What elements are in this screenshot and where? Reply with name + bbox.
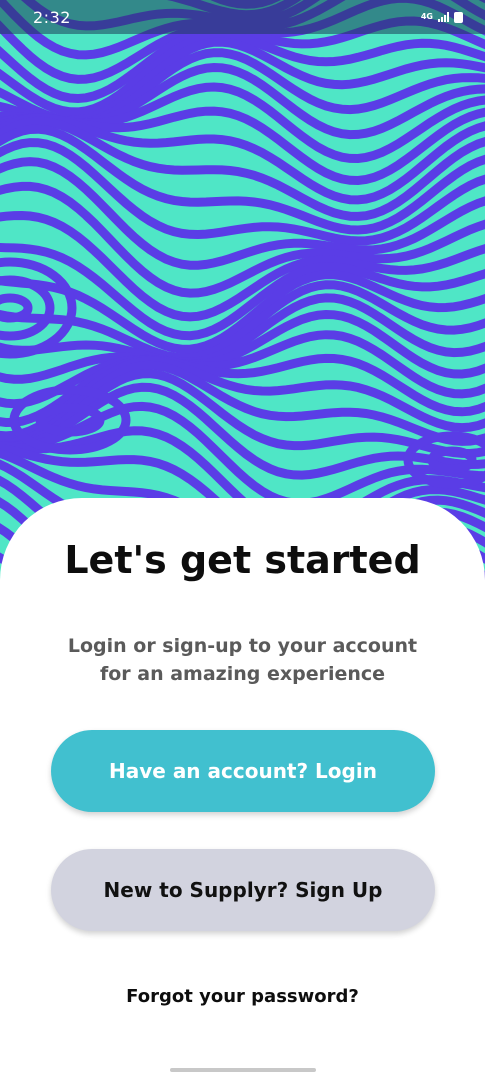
signal-icon [438,12,449,22]
battery-icon [454,11,463,23]
page-title: Let's get started [64,538,421,582]
signup-button[interactable]: New to Supplyr? Sign Up [51,849,435,931]
login-button[interactable]: Have an account? Login [51,730,435,812]
welcome-sheet: Let's get started Login or sign-up to yo… [0,498,485,1080]
forgot-password-link[interactable]: Forgot your password? [0,986,485,1007]
home-indicator [170,1068,316,1072]
status-bar: 2:32 4G [0,0,485,34]
page-subtitle: Login or sign-up to your account for an … [67,635,418,685]
status-icons: 4G [420,11,463,23]
status-time: 2:32 [33,7,71,27]
network-type-label: 4G [420,12,433,21]
